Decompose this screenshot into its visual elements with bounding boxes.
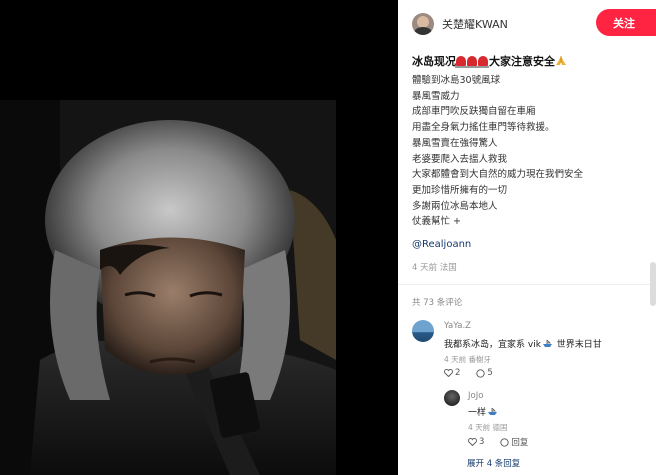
post-detail-panel: 关楚耀KWAN 关注 冰岛现况 大家注意安全 體驗到冰島30號風球 暴風雪威力 成… (398, 0, 656, 475)
post-body-line: 暴風雪賣在強得驚人 (412, 137, 498, 149)
author-name[interactable]: 关楚耀KWAN (442, 16, 508, 32)
comment-icon (476, 368, 486, 378)
comment-item: YaYa.Z 我都系冰岛，宜家系 vik 世界末日甘 4 天前 番榭牙 2 5 (412, 320, 650, 380)
comment-icon (500, 437, 510, 447)
follow-button[interactable]: 关注 (596, 9, 656, 36)
mention-link[interactable]: @Realjoann (412, 239, 471, 250)
heart-icon (444, 369, 453, 377)
alarm-icon (466, 56, 478, 68)
post-title: 冰岛现况 大家注意安全 (412, 53, 567, 69)
post-photo (0, 100, 336, 475)
post-title-text: 冰岛现况 (412, 55, 456, 68)
like-count: 2 (455, 368, 461, 378)
commenter-name[interactable]: YaYa.Z (444, 321, 471, 331)
author-info[interactable]: 关楚耀KWAN (412, 10, 508, 38)
comments-count: 共 73 条评论 (412, 298, 463, 308)
divider (398, 284, 656, 285)
post-body-line: 用盡全身氣力搖住車門等待救援。 (412, 122, 555, 134)
post-body-line: 成部車門吹反趺獨自留在車廂 (412, 106, 536, 118)
heart-icon (468, 438, 477, 446)
like-count: 3 (479, 437, 485, 447)
post-body: 體驗到冰島30號風球 暴風雪威力 成部車門吹反趺獨自留在車廂 用盡全身氣力搖住車… (412, 73, 650, 230)
photo-illustration (0, 100, 336, 475)
post-body-line: 老婆要爬入去搵人救我 (412, 153, 508, 165)
post-body-line: 暴風雪威力 (412, 90, 460, 102)
comment-text: 一样 (468, 405, 499, 418)
reply-button[interactable]: 回复 (500, 436, 536, 448)
author-avatar[interactable] (412, 13, 434, 35)
comment-text-part: 一样 (468, 408, 487, 418)
commenter-name[interactable]: JoJo (468, 391, 483, 401)
comment-text-part: 世界末日甘 (553, 340, 602, 350)
boat-icon (488, 407, 498, 415)
comment-actions: 3 回复 (468, 436, 544, 448)
alarm-icon (455, 56, 467, 68)
boat-icon (542, 339, 552, 347)
alarm-icon (477, 56, 489, 68)
comment-actions: 2 5 (444, 368, 509, 378)
post-body-line: 仗義幫忙 + (412, 216, 461, 228)
post-meta: 4 天前 法国 (412, 263, 457, 273)
like-button[interactable]: 2 (444, 368, 468, 378)
post-body-line: 更加珍惜所擁有的一切 (412, 184, 508, 196)
pray-icon (556, 56, 566, 65)
reply-count: 5 (487, 368, 493, 378)
post-title-suffix: 大家注意安全 (489, 55, 555, 68)
post-body-line: 多謝兩位冰島本地人 (412, 200, 498, 212)
expand-replies-link[interactable]: 展开 4 条回复 (467, 457, 520, 469)
commenter-avatar[interactable] (444, 390, 460, 406)
comment-item: JoJo 一样 4 天前 德国 3 回复 (444, 390, 650, 450)
commenter-avatar[interactable] (412, 320, 434, 342)
comment-text-part: 我都系冰岛，宜家系 vik (444, 340, 541, 350)
scrollbar[interactable] (650, 262, 656, 306)
comment-text: 我都系冰岛，宜家系 vik 世界末日甘 (444, 337, 602, 350)
like-button[interactable]: 3 (468, 437, 492, 447)
post-body-line: 體驗到冰島30號風球 (412, 75, 501, 86)
comment-meta: 4 天前 德国 (468, 423, 508, 432)
post-body-line: 大家都體會到大自然的威力現在我們安全 (412, 169, 584, 181)
reply-button[interactable]: 5 (476, 368, 500, 378)
media-viewer[interactable] (0, 0, 398, 475)
reply-label: 回复 (511, 438, 529, 448)
comment-meta: 4 天前 番榭牙 (444, 355, 492, 364)
